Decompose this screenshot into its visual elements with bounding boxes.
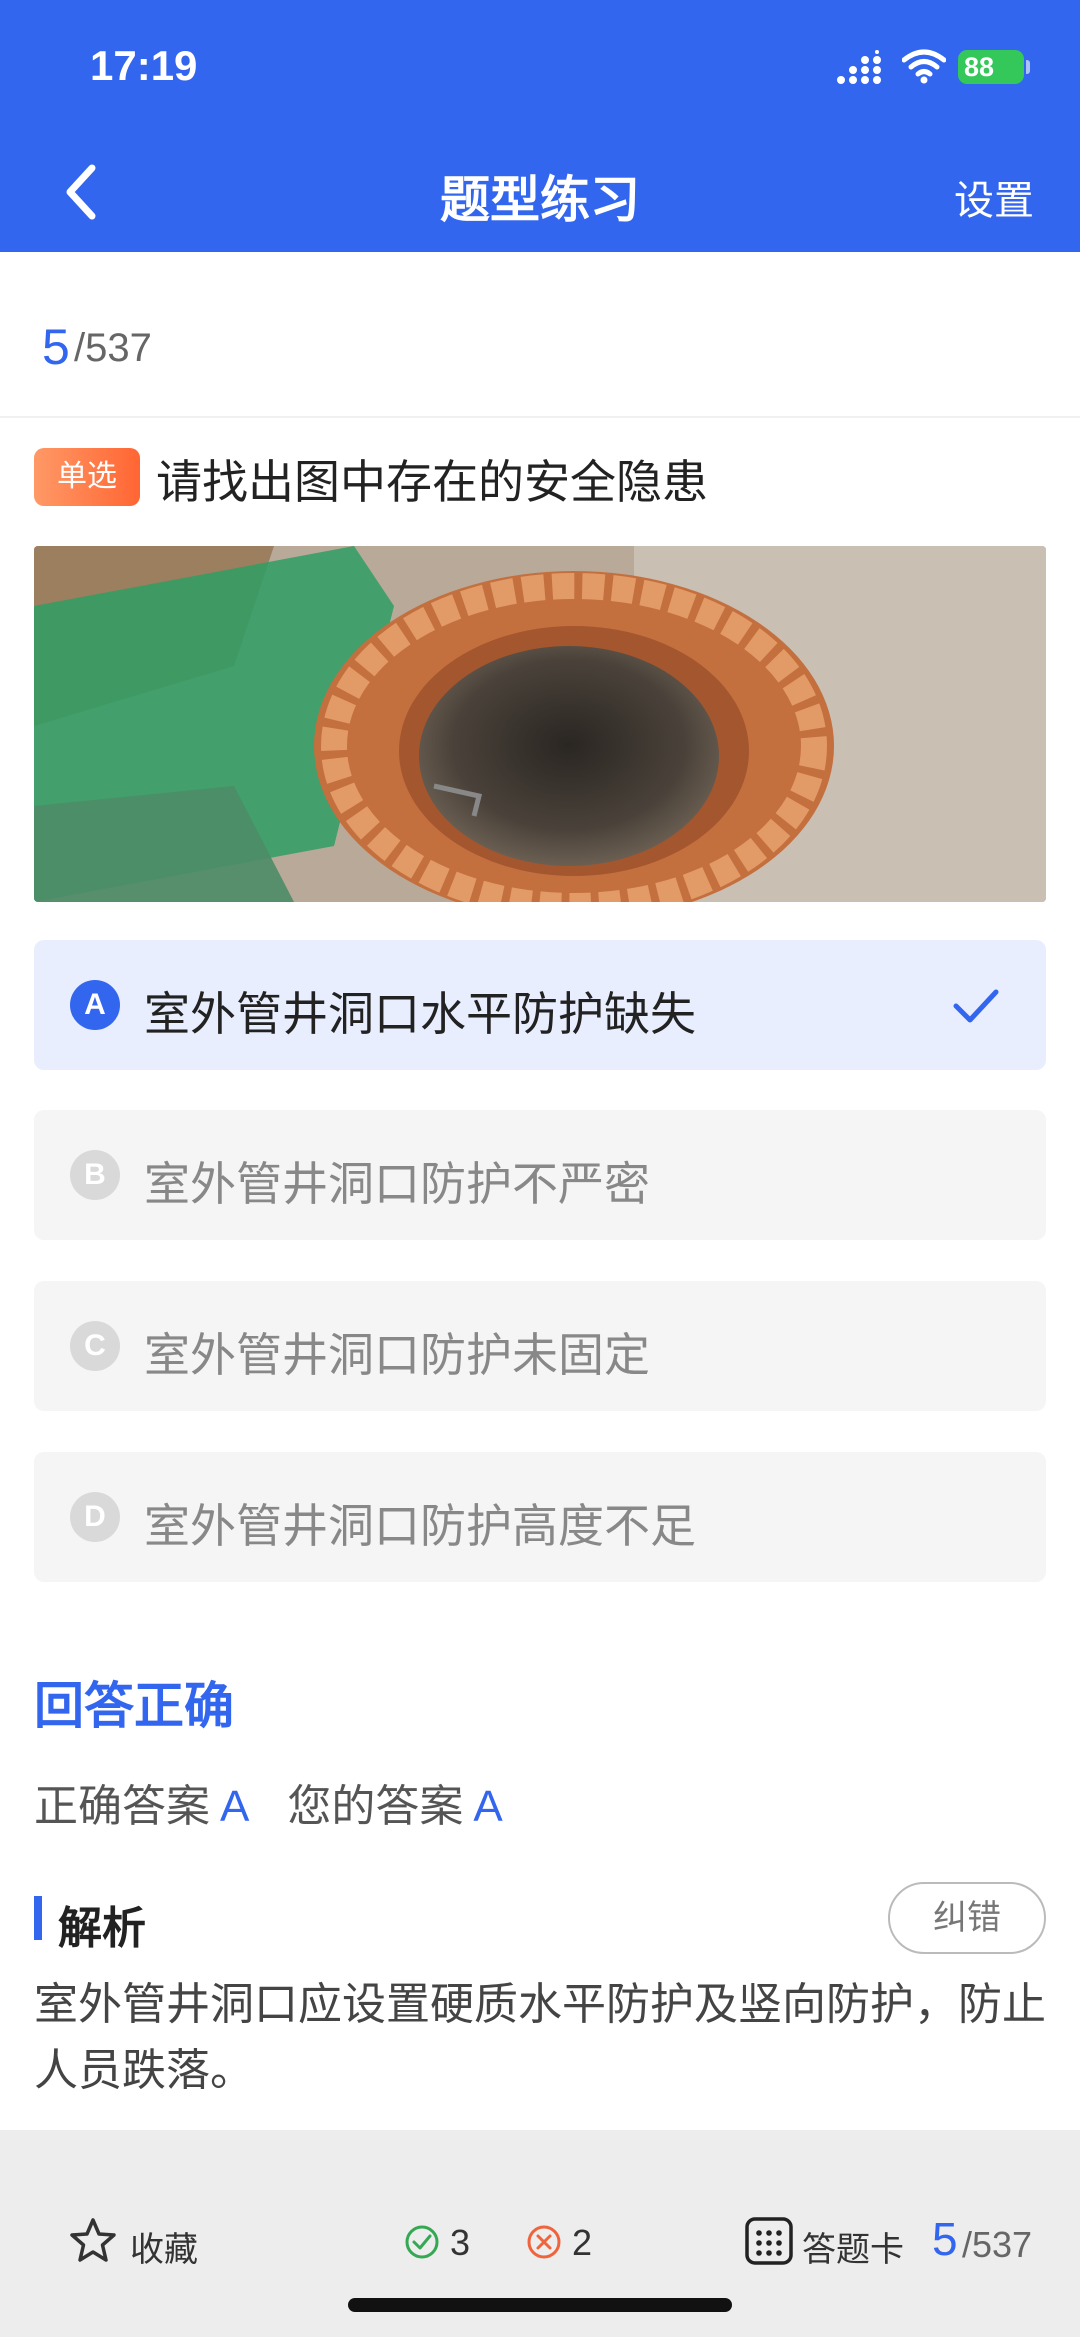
option-text: 室外管井洞口防护高度不足 bbox=[144, 1499, 696, 1553]
status-bar: 17:19 88 bbox=[0, 0, 1080, 132]
grid-icon[interactable] bbox=[744, 2216, 794, 2266]
battery-tip bbox=[1026, 60, 1030, 74]
question-type-badge: 单选 bbox=[34, 448, 140, 506]
question-text: 请找出图中存在的安全隐患 bbox=[156, 455, 708, 509]
analysis-title: 解析 bbox=[58, 1903, 146, 1954]
favorite-label: 收藏 bbox=[130, 2230, 198, 2270]
option-a[interactable]: A 室外管井洞口水平防护缺失 bbox=[34, 940, 1046, 1070]
battery-level: 88 bbox=[964, 52, 995, 82]
check-circle-icon bbox=[405, 2225, 439, 2259]
option-b[interactable]: B 室外管井洞口防护不严密 bbox=[34, 1110, 1046, 1240]
check-icon bbox=[953, 989, 999, 1023]
wrong-count: 2 bbox=[572, 2222, 593, 2263]
progress-current: 5 bbox=[42, 319, 70, 375]
report-error-button[interactable]: 纠错 bbox=[888, 1882, 1046, 1954]
option-letter: B bbox=[70, 1150, 120, 1200]
correct-answer-label: 正确答案 bbox=[34, 1781, 210, 1832]
option-text: 室外管井洞口防护未固定 bbox=[144, 1328, 650, 1382]
question-image bbox=[34, 546, 1046, 902]
battery-indicator: 88 bbox=[958, 50, 1024, 84]
analysis-text: 室外管井洞口应设置硬质水平防护及竖向防护，防止人员跌落。 bbox=[34, 1979, 1046, 2096]
status-time: 17:19 bbox=[90, 42, 198, 89]
x-circle-icon bbox=[527, 2225, 561, 2259]
wifi-icon bbox=[902, 49, 946, 84]
cellular-signal-icon bbox=[837, 50, 881, 84]
option-d[interactable]: D 室外管井洞口防护高度不足 bbox=[34, 1452, 1046, 1582]
star-outline-icon bbox=[70, 2218, 116, 2262]
page-title: 题型练习 bbox=[440, 171, 640, 229]
nav-bar: 题型练习 设置 bbox=[0, 132, 1080, 252]
option-text: 室外管井洞口防护不严密 bbox=[144, 1157, 650, 1211]
your-answer-label: 您的答案 bbox=[287, 1781, 464, 1832]
option-c[interactable]: C 室外管井洞口防护未固定 bbox=[34, 1281, 1046, 1411]
settings-button[interactable]: 设置 bbox=[954, 168, 1034, 226]
option-letter: D bbox=[70, 1492, 120, 1542]
option-letter: C bbox=[70, 1321, 120, 1371]
home-indicator bbox=[348, 2298, 732, 2312]
result-title: 回答正确 bbox=[34, 1677, 234, 1735]
option-text: 室外管井洞口水平防护缺失 bbox=[144, 987, 696, 1041]
progress-total: /537 bbox=[74, 326, 152, 370]
your-answer-value: A bbox=[473, 1782, 503, 1831]
analysis-accent-bar bbox=[34, 1896, 42, 1940]
option-letter: A bbox=[70, 980, 120, 1030]
bottom-progress-current: 5 bbox=[932, 2213, 958, 2265]
progress-indicator: 5 /537 bbox=[0, 252, 1080, 418]
answer-summary: 正确答案 A 您的答案 A bbox=[34, 1770, 503, 1834]
correct-count: 3 bbox=[450, 2222, 471, 2263]
bottom-progress-total: /537 bbox=[962, 2224, 1033, 2265]
answer-card-button[interactable]: 答题卡 bbox=[802, 2222, 904, 2271]
correct-answer-value: A bbox=[220, 1782, 250, 1831]
